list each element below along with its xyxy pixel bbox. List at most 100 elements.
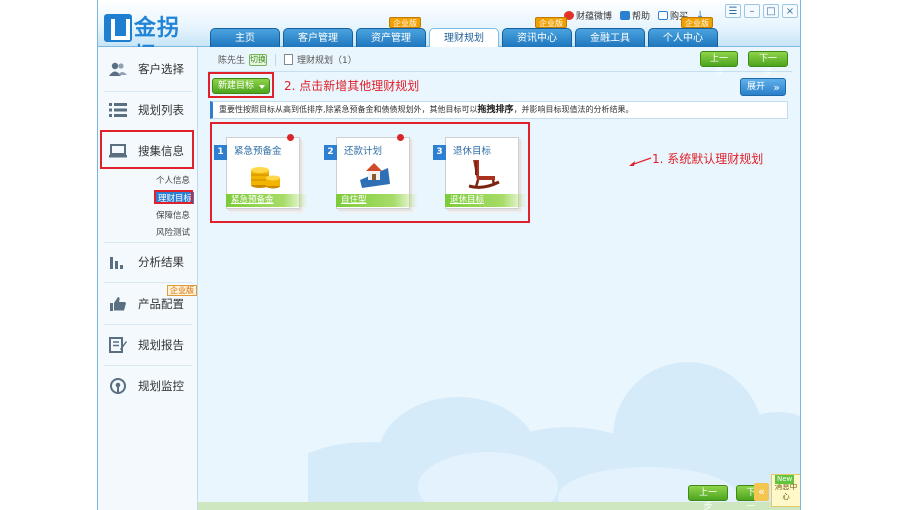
sidebar-divider (104, 365, 192, 366)
tab-label: 个人中心 (663, 33, 703, 44)
sub-item-personal-info[interactable]: 个人信息 (156, 174, 190, 186)
tab-asset-management[interactable]: 资产管理 企业版 (356, 17, 426, 47)
new-badge: New (775, 475, 795, 484)
sidebar-divider (104, 242, 192, 243)
double-chevron-right-icon: » (773, 81, 780, 94)
menu-icon[interactable]: ☰ (725, 4, 741, 18)
goal-title: 紧急预备金 (234, 146, 282, 157)
help-link-label: 帮助 (632, 11, 651, 22)
enterprise-badge: 企业版 (389, 17, 421, 28)
breadcrumb: 陈先生 切换 理财规划（1） (218, 53, 357, 66)
header: 金拐棍 财蕴微博 帮助 购买 ↓ ☰ – □ × (98, 0, 800, 69)
app-window: 金拐棍 财蕴微博 帮助 购买 ↓ ☰ – □ × (97, 0, 801, 510)
window-controls: ☰ – □ × (725, 4, 798, 18)
client-name: 陈先生 (218, 56, 246, 66)
report-edit-icon (109, 337, 127, 353)
tab-label: 金融工具 (590, 33, 630, 44)
close-icon[interactable]: × (782, 4, 798, 18)
sub-item-protection-info[interactable]: 保障信息 (156, 209, 190, 221)
sidebar: 客户选择 规划列表 搜集信息 个人信息 理财目标 保障信息 风险测试 分析结果 … (98, 47, 198, 510)
info-bar: 重要性按照目标从高到低排序,除紧急预备金和债债规划外，其他目标可以拖拽排序，并影… (210, 101, 788, 119)
sidebar-item-label: 产品配置 (138, 297, 184, 311)
users-icon (109, 61, 127, 77)
logo-mark-icon (104, 14, 132, 42)
plan-name[interactable]: 理财规划（1） (297, 53, 357, 66)
new-goal-button[interactable]: 新建目标 (212, 78, 270, 94)
sidebar-item-label: 分析结果 (138, 255, 184, 269)
main-content: 陈先生 切换 理财规划（1） 上一步 下一步 新建目标 2. 点击新增其他理财规… (198, 47, 800, 510)
maximize-icon[interactable]: □ (763, 4, 779, 18)
goal-number: 3 (433, 145, 446, 160)
goal-title: 还款计划 (344, 146, 383, 157)
weibo-link-label: 财蕴微博 (576, 11, 613, 22)
tab-news-center[interactable]: 资讯中心 企业版 (502, 17, 572, 47)
goal-number: 2 (324, 145, 337, 160)
goal-title: 退休目标 (453, 146, 492, 157)
sidebar-divider (104, 282, 192, 283)
goal-footer-link[interactable]: 自住型 (336, 194, 418, 207)
header-divider (208, 71, 792, 72)
breadcrumb-separator (275, 53, 277, 66)
annotation-note-step2: 2. 点击新增其他理财规划 (284, 79, 420, 93)
house-icon (358, 156, 392, 190)
new-goal-label: 新建目标 (218, 81, 255, 91)
tab-finance-tools[interactable]: 金融工具 (575, 28, 645, 47)
chevron-down-icon (259, 85, 265, 89)
monitor-icon (109, 378, 127, 394)
sidebar-item-label: 客户选择 (138, 62, 184, 76)
thumbs-up-icon (109, 296, 127, 312)
help-icon (620, 10, 631, 20)
sidebar-item-label: 规划报告 (138, 338, 184, 352)
expand-button[interactable]: 展开 » (740, 78, 786, 96)
tab-home[interactable]: 主页 (210, 28, 280, 47)
sidebar-item-plan-report[interactable]: 规划报告 (98, 327, 198, 363)
double-chevron-left-icon: « (758, 485, 765, 498)
goal-card-emergency-fund[interactable]: 1 紧急预备金 紧急预备金 (214, 134, 308, 209)
sidebar-item-plan-monitor[interactable]: 规划监控 (98, 368, 198, 404)
prev-step-button-top[interactable]: 上一步 (700, 51, 738, 78)
tab-label: 客户管理 (298, 33, 338, 44)
enterprise-badge: 企业版 (681, 17, 713, 28)
weibo-link[interactable]: 财蕴微博 (564, 9, 612, 22)
goal-card-repayment-plan[interactable]: 2 还款计划 自住型 (324, 134, 418, 209)
tab-personal-center[interactable]: 个人中心 企业版 (648, 17, 718, 47)
info-text-bold: 拖拽排序 (477, 105, 514, 115)
coins-icon (248, 156, 282, 190)
sidebar-item-plan-list[interactable]: 规划列表 (98, 92, 198, 128)
goal-footer-link[interactable]: 退休目标 (445, 194, 527, 207)
app-logo: 金拐棍 (104, 14, 196, 69)
info-text-before: 重要性按照目标从高到低排序,除紧急预备金和债债规划外，其他目标可以 (219, 105, 478, 114)
annotation-arrow-icon (629, 157, 652, 166)
pin-icon (397, 134, 404, 141)
prev-step-button-bottom[interactable]: 上一步 (688, 485, 728, 510)
main-tabs: 主页 客户管理 资产管理 企业版 理财规划 资讯中心 企业版 金融工具 个人中心 企业… (210, 17, 718, 48)
sub-item-risk-test[interactable]: 风险测试 (156, 226, 190, 238)
goal-card-retirement[interactable]: 3 退休目标 退休目标 (433, 137, 527, 209)
sidebar-item-client-select[interactable]: 客户选择 (98, 51, 198, 87)
next-step-button-top[interactable]: 下一步 (748, 51, 788, 78)
goal-footer-link[interactable]: 紧急预备金 (226, 194, 308, 207)
tab-label: 理财规划 (444, 33, 484, 44)
tab-financial-planning[interactable]: 理财规划 (429, 28, 499, 48)
bar-chart-icon (109, 254, 127, 270)
enterprise-badge: 企业版 (535, 17, 567, 28)
sidebar-item-analysis-results[interactable]: 分析结果 (98, 244, 198, 280)
tab-client-management[interactable]: 客户管理 (283, 28, 353, 47)
sidebar-item-label: 规划列表 (138, 103, 184, 117)
sidebar-item-label: 规划监控 (138, 379, 184, 393)
cart-icon (658, 10, 669, 20)
minimize-icon[interactable]: – (744, 4, 760, 18)
collapse-panel-button[interactable]: « (754, 483, 769, 501)
info-text-after: ，并影响目标现值法的分析结果。 (513, 105, 634, 114)
sidebar-divider (104, 324, 192, 325)
list-icon (109, 102, 127, 118)
switch-client-button[interactable]: 切换 (249, 53, 268, 66)
expand-label: 展开 (747, 82, 766, 92)
help-link[interactable]: 帮助 (620, 9, 650, 22)
tab-label: 主页 (235, 33, 255, 44)
annotation-highlight-finance-goals (154, 190, 193, 204)
enterprise-badge: 企业版 (167, 285, 197, 296)
document-icon (284, 54, 294, 65)
tab-label: 资讯中心 (517, 33, 557, 44)
annotation-note-step1: 1. 系统默认理财规划 (652, 152, 764, 166)
